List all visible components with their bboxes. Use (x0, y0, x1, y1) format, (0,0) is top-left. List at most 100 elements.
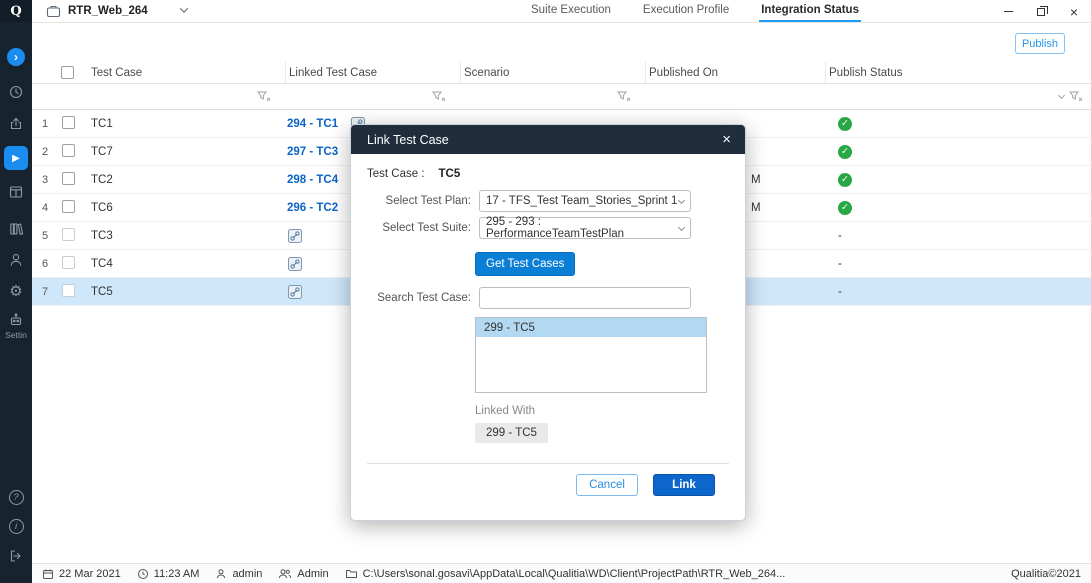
close-icon: × (1070, 5, 1078, 19)
sidebar-item-launch[interactable]: › (0, 48, 32, 66)
sidebar-item-library[interactable] (0, 221, 32, 237)
filter-funnel-icon (257, 91, 271, 102)
select-all-checkbox[interactable] (61, 66, 74, 79)
export-icon (8, 116, 24, 132)
link-button[interactable]: Link (653, 474, 715, 496)
cancel-button[interactable]: Cancel (576, 474, 638, 496)
filter-test-case[interactable] (88, 91, 285, 102)
sidebar-item-automation[interactable] (0, 312, 32, 328)
sidebar-item-settings[interactable]: ⚙ (0, 282, 32, 300)
tab-suite-execution[interactable]: Suite Execution (529, 0, 613, 22)
project-selector[interactable]: RTR_Web_264 (32, 0, 187, 22)
linked-test-case-link[interactable]: 298 - TC4 (287, 174, 338, 186)
row-checkbox[interactable] (62, 228, 75, 241)
linked-test-case-link[interactable]: 296 - TC2 (287, 202, 338, 214)
left-sidebar: Q › ▶ ⚙ Settin ? (0, 0, 32, 583)
sidebar-item-logout[interactable] (0, 548, 32, 564)
close-button[interactable]: × (1067, 5, 1081, 19)
window-controls: × (1001, 0, 1085, 23)
search-test-case-label: Search Test Case: (367, 292, 471, 304)
row-checkbox[interactable] (62, 200, 75, 213)
project-name: RTR_Web_264 (68, 5, 148, 17)
status-time: 11:23 AM (137, 568, 200, 580)
filter-funnel-icon (1069, 91, 1083, 102)
status-project-path: C:\Users\sonal.gosavi\AppData\Local\Qual… (345, 568, 786, 580)
user-icon (215, 568, 227, 580)
row-checkbox[interactable] (62, 284, 75, 297)
result-item-selected[interactable]: 299 - TC5 (476, 318, 706, 337)
test-case-cell: TC4 (88, 258, 285, 270)
test-suite-select[interactable]: 295 - 293 : PerformanceTeamTestPlan (479, 217, 691, 239)
test-case-results-listbox: 299 - TC5 (475, 317, 707, 393)
column-header-linked-test-case[interactable]: Linked Test Case (285, 62, 460, 83)
test-case-cell: TC5 (88, 286, 285, 298)
get-test-cases-button[interactable]: Get Test Cases (475, 252, 575, 276)
status-user: admin (215, 568, 262, 580)
linked-test-case-link[interactable]: 294 - TC1 (287, 118, 338, 130)
published-check-icon: ✓ (838, 117, 852, 131)
sidebar-settings-label: Settin (0, 330, 32, 340)
minimize-button[interactable] (1001, 5, 1015, 19)
filter-publish-status[interactable] (825, 91, 1091, 102)
title-bar: RTR_Web_264 Suite Execution Execution Pr… (32, 0, 1091, 23)
link-test-case-icon[interactable] (287, 256, 303, 272)
column-header-scenario[interactable]: Scenario (460, 62, 645, 83)
clock-icon (137, 568, 149, 580)
restore-button[interactable] (1034, 5, 1048, 19)
play-icon: ▶ (4, 146, 28, 170)
dialog-header: Link Test Case × (351, 125, 745, 154)
status-date: 22 Mar 2021 (42, 568, 121, 580)
row-checkbox[interactable] (62, 256, 75, 269)
dialog-title: Link Test Case (367, 133, 449, 147)
restore-icon (1037, 8, 1045, 16)
folder-icon (345, 568, 358, 580)
filter-linked-test-case[interactable] (285, 91, 460, 102)
chevron-down-icon (1058, 92, 1065, 99)
publish-button[interactable]: Publish (1015, 33, 1065, 54)
sidebar-item-about[interactable]: i (0, 519, 32, 534)
sidebar-item-execution-active[interactable]: ▶ (0, 146, 32, 170)
filter-funnel-icon (432, 91, 446, 102)
link-test-case-icon[interactable] (287, 284, 303, 300)
robot-icon (8, 312, 24, 328)
test-case-cell: TC7 (88, 146, 285, 158)
column-header-test-case[interactable]: Test Case (88, 62, 285, 83)
test-case-cell: TC2 (88, 174, 285, 186)
column-header-publish-status[interactable]: Publish Status (825, 62, 1091, 83)
sidebar-item-suites[interactable] (0, 184, 32, 200)
tab-execution-profile[interactable]: Execution Profile (641, 0, 731, 22)
status-role: Admin (278, 568, 328, 580)
row-checkbox[interactable] (62, 144, 75, 157)
linked-with-label: Linked With (475, 405, 729, 417)
publish-status-cell: - (825, 286, 1091, 298)
filter-scenario[interactable] (460, 91, 645, 102)
calendar-icon (42, 568, 54, 580)
publish-status-cell: - (825, 258, 1091, 270)
test-case-value: TC5 (439, 168, 461, 180)
test-plan-select[interactable]: 17 - TFS_Test Team_Stories_Sprint 1 (479, 190, 691, 212)
sidebar-item-users[interactable] (0, 252, 32, 268)
table-header-row: Test Case Linked Test Case Scenario Publ… (32, 62, 1091, 84)
sidebar-item-export[interactable] (0, 116, 32, 132)
row-checkbox[interactable] (62, 116, 75, 129)
search-test-case-input[interactable] (479, 287, 691, 309)
info-icon: i (9, 519, 24, 534)
published-check-icon: ✓ (838, 173, 852, 187)
chevron-down-icon (179, 4, 187, 12)
clock-icon (8, 84, 24, 100)
test-plan-label: Select Test Plan: (367, 195, 471, 207)
link-test-case-icon[interactable] (287, 228, 303, 244)
tab-integration-status[interactable]: Integration Status (759, 0, 861, 22)
dialog-close-button[interactable]: × (720, 132, 733, 147)
logout-icon (8, 548, 24, 564)
main-tabs: Suite Execution Execution Profile Integr… (529, 0, 861, 22)
sidebar-item-help[interactable]: ? (0, 490, 32, 505)
library-books-icon (8, 221, 24, 237)
sidebar-item-history[interactable] (0, 84, 32, 100)
test-case-cell: TC3 (88, 230, 285, 242)
linked-test-case-link[interactable]: 297 - TC3 (287, 146, 338, 158)
column-header-published-on[interactable]: Published On (645, 62, 825, 83)
test-case-cell: TC1 (88, 118, 285, 130)
row-checkbox[interactable] (62, 172, 75, 185)
gear-icon: ⚙ (9, 282, 22, 300)
